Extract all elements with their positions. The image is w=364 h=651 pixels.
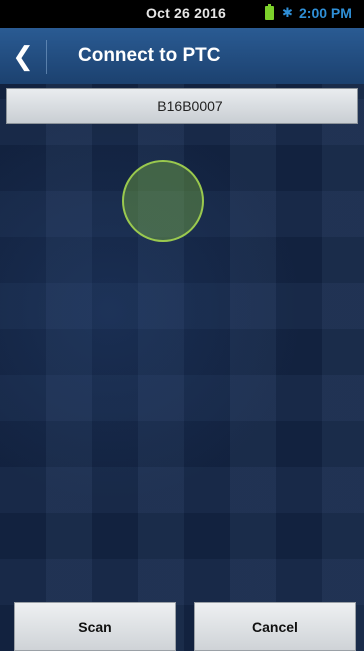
status-time: 2:00 PM [299,5,352,21]
cancel-button[interactable]: Cancel [194,602,356,651]
back-button[interactable]: ❮ [0,28,46,84]
device-list-area: B16B0007 [0,84,364,651]
touch-indicator [122,160,204,242]
status-bar: Oct 26 2016 ✱ 2:00 PM [0,0,364,28]
device-name: B16B0007 [157,98,223,114]
device-list-item[interactable]: B16B0007 [6,88,358,124]
scan-button[interactable]: Scan [14,602,176,651]
title-divider [46,40,47,74]
page-title: Connect to PTC [78,45,221,66]
back-chevron-icon: ❮ [12,40,34,71]
bluetooth-icon: ✱ [282,5,293,20]
status-date: Oct 26 2016 [146,5,227,21]
battery-icon [265,4,274,20]
title-bar: ❮ Connect to PTC [0,28,364,84]
